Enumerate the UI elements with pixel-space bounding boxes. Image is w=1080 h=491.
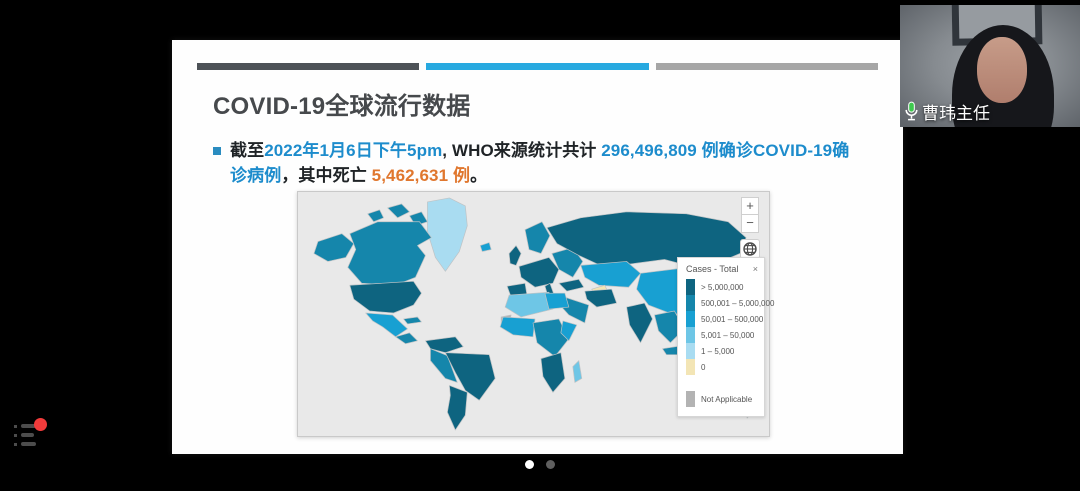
legend-row: 50,001 – 500,000 bbox=[686, 311, 758, 327]
bullet-text-part: 5,462,631 例 bbox=[372, 166, 470, 185]
legend-label: 5,001 – 50,000 bbox=[701, 331, 754, 340]
legend-swatch bbox=[686, 279, 695, 295]
participant-name-tag: 曹玮主任 bbox=[904, 99, 990, 124]
legend-swatch bbox=[686, 359, 695, 375]
legend-swatch bbox=[686, 343, 695, 359]
pagination-dot[interactable] bbox=[546, 460, 555, 469]
bullet-text-part: 2022年1月6日下午5pm bbox=[264, 141, 442, 160]
legend-row: Not Applicable bbox=[686, 391, 758, 407]
map-legend-panel: Cases - Total × > 5,000,000 500,001 – 5,0… bbox=[677, 257, 765, 417]
map-zoom-out-button[interactable]: − bbox=[741, 215, 759, 233]
legend-row: > 5,000,000 bbox=[686, 279, 758, 295]
region-libya-egypt bbox=[545, 293, 569, 309]
bullet-marker bbox=[213, 147, 221, 155]
accent-bar bbox=[197, 63, 419, 70]
bullet-text-part: 截至 bbox=[230, 141, 264, 160]
presentation-slide: COVID-19全球流行数据 截至2022年1月6日下午5pm, WHO来源统计… bbox=[172, 40, 903, 454]
bullet-text-part: ，其中死亡 bbox=[281, 166, 371, 185]
accent-bar bbox=[656, 63, 878, 70]
microphone-icon bbox=[904, 101, 919, 122]
globe-icon bbox=[743, 242, 757, 256]
bullet-text: 截至2022年1月6日下午5pm, WHO来源统计共计 296,496,809 … bbox=[230, 138, 853, 188]
participant-name: 曹玮主任 bbox=[922, 99, 990, 124]
legend-row: 500,001 – 5,000,000 bbox=[686, 295, 758, 311]
map-zoom-in-button[interactable]: + bbox=[741, 197, 759, 215]
legend-swatch bbox=[686, 327, 695, 343]
pagination-dot[interactable] bbox=[525, 460, 534, 469]
slide-accent-bars bbox=[197, 63, 878, 70]
legend-row: 5,001 – 50,000 bbox=[686, 327, 758, 343]
map-zoom-controls: + − bbox=[741, 197, 759, 259]
slide-pagination-dots bbox=[0, 460, 1080, 469]
legend-swatch bbox=[686, 311, 695, 327]
bullet-text-part: 。 bbox=[470, 166, 487, 185]
legend-row: 1 – 5,000 bbox=[686, 343, 758, 359]
globe-projection-button[interactable] bbox=[740, 239, 760, 259]
legend-label: Not Applicable bbox=[701, 395, 752, 404]
legend-label: 500,001 – 5,000,000 bbox=[701, 299, 774, 308]
bullet-row: 截至2022年1月6日下午5pm, WHO来源统计共计 296,496,809 … bbox=[213, 138, 853, 188]
participant-face bbox=[977, 37, 1027, 103]
legend-swatch bbox=[686, 295, 695, 311]
legend-label: 1 – 5,000 bbox=[701, 347, 734, 356]
legend-label: 50,001 – 500,000 bbox=[701, 315, 763, 324]
legend-swatch bbox=[686, 375, 695, 391]
bullet-text-part: , WHO来源统计共计 bbox=[442, 141, 601, 160]
legend-items: > 5,000,000 500,001 – 5,000,00050,001 – 5… bbox=[686, 279, 758, 407]
legend-close-icon[interactable]: × bbox=[753, 265, 758, 274]
legend-row: 0 bbox=[686, 359, 758, 375]
legend-label: 0 bbox=[701, 363, 705, 372]
slide-title: COVID-19全球流行数据 bbox=[213, 86, 471, 121]
world-map-widget: + − Cases - Total × > 5,000,000 500,001 –… bbox=[297, 191, 770, 437]
recording-indicator-icon[interactable] bbox=[12, 416, 56, 456]
legend-swatch bbox=[686, 391, 695, 407]
red-record-dot bbox=[34, 418, 47, 431]
participant-video-tile[interactable]: 曹玮主任 bbox=[900, 5, 1080, 127]
accent-bar bbox=[426, 63, 648, 70]
legend-title: Cases - Total bbox=[686, 264, 738, 274]
legend-label: > 5,000,000 bbox=[701, 283, 743, 292]
legend-row bbox=[686, 375, 758, 391]
